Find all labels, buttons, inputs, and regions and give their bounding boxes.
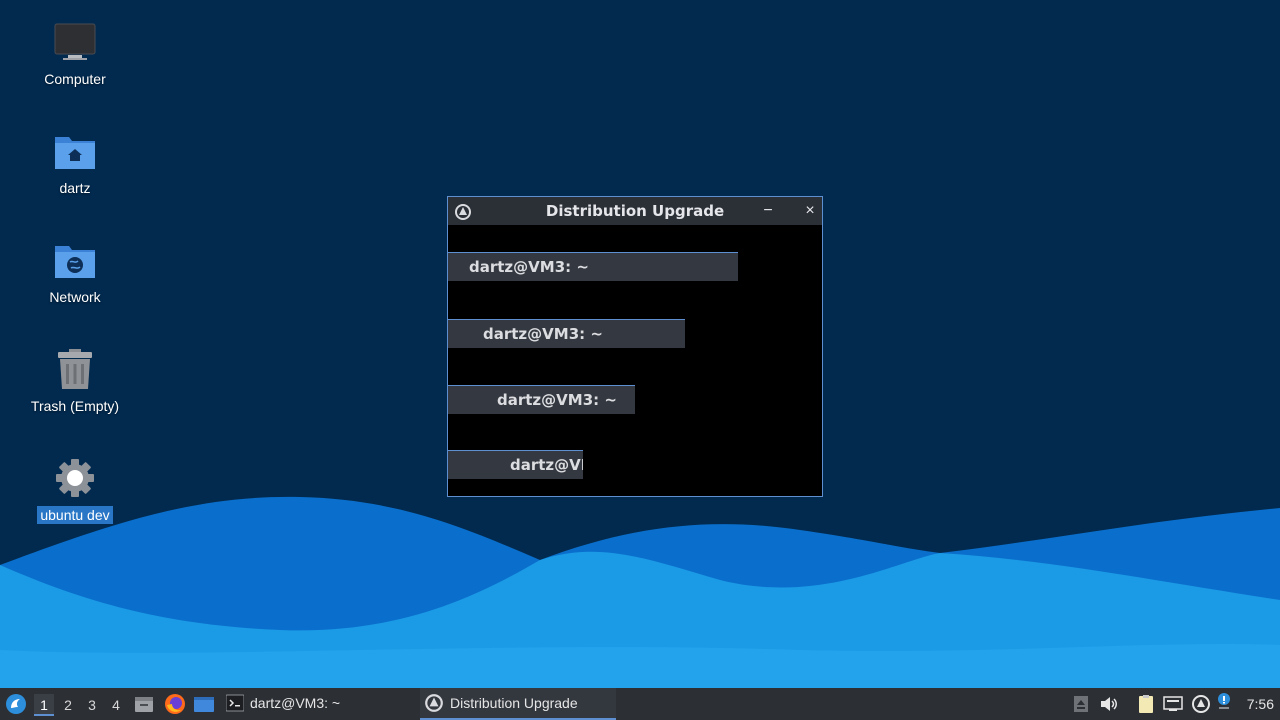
distribution-upgrade-window[interactable]: Distribution Upgrade − × dartz@VM3: ~ da… xyxy=(447,196,823,497)
upgrade-icon xyxy=(425,694,443,712)
desktop-icon-home[interactable]: dartz xyxy=(20,127,130,197)
desktop-icon-ubuntu-dev[interactable]: ubuntu dev xyxy=(20,454,130,524)
arrow-up-icon xyxy=(1074,696,1088,712)
workspace-2[interactable]: 2 xyxy=(58,694,78,716)
firefox-icon xyxy=(165,694,185,714)
window-titlebar[interactable]: Distribution Upgrade − × xyxy=(448,197,822,225)
speaker-icon xyxy=(1101,697,1117,711)
update-notifier-button[interactable] xyxy=(1191,694,1211,714)
taskbar-task-distribution-upgrade[interactable]: Distribution Upgrade xyxy=(420,688,616,720)
desktop-icon-label: Network xyxy=(49,289,101,305)
workspace-4[interactable]: 4 xyxy=(106,694,126,716)
monitor-icon xyxy=(51,18,99,66)
desktop-icon-label: ubuntu dev xyxy=(37,506,113,524)
network-folder-icon xyxy=(51,236,99,284)
ghost-window-bar: dartz@VI xyxy=(448,450,583,479)
ghost-window-title: dartz@VM3: ~ xyxy=(469,258,589,276)
minimize-button[interactable]: − xyxy=(758,201,778,221)
gear-icon xyxy=(51,454,99,502)
home-folder-icon xyxy=(51,127,99,175)
ghost-window-bar: dartz@VM3: ~ xyxy=(448,252,738,281)
tray-expand-button[interactable] xyxy=(1071,694,1091,714)
volume-button[interactable] xyxy=(1099,694,1119,714)
show-desktop-launcher[interactable] xyxy=(193,694,215,717)
file-manager-icon xyxy=(135,697,153,712)
ghost-window-bar: dartz@VM3: ~ xyxy=(448,385,635,414)
task-label: dartz@VM3: ~ xyxy=(250,695,341,711)
lubuntu-logo-icon xyxy=(6,694,26,714)
desktop-icon-label: dartz xyxy=(59,180,91,196)
ghost-window-title: dartz@VM3: ~ xyxy=(497,391,617,409)
close-button[interactable]: × xyxy=(800,201,820,221)
taskbar: 1 2 3 4 dartz@VM3: ~ Distribution Upgrad… xyxy=(0,688,1280,720)
firefox-launcher[interactable] xyxy=(164,693,186,718)
network-wired-icon xyxy=(1163,696,1183,711)
ghost-window-bar: dartz@VM3: ~ xyxy=(448,319,685,348)
ghost-window-title: dartz@VM3: ~ xyxy=(483,325,603,343)
clipboard-icon xyxy=(1139,695,1153,713)
ghost-window-title: dartz@VI xyxy=(510,456,583,474)
terminal-icon xyxy=(226,694,244,712)
desktop: Computer dartz Network Trash (Empty) ubu… xyxy=(0,0,1280,688)
network-button[interactable] xyxy=(1163,694,1183,714)
taskbar-task-terminal[interactable]: dartz@VM3: ~ xyxy=(222,688,344,718)
update-icon xyxy=(1192,695,1210,713)
desktop-icon-label: Computer xyxy=(44,71,106,87)
desktop-icon-computer[interactable]: Computer xyxy=(20,18,130,88)
desktop-icon xyxy=(194,697,214,712)
desktop-icon-label: Trash (Empty) xyxy=(30,398,120,414)
start-menu-button[interactable] xyxy=(5,693,27,718)
task-label: Distribution Upgrade xyxy=(450,695,578,711)
desktop-icon-network[interactable]: Network xyxy=(20,236,130,306)
desktop-icon-trash[interactable]: Trash (Empty) xyxy=(20,345,130,415)
clipboard-button[interactable] xyxy=(1136,694,1156,714)
workspace-3[interactable]: 3 xyxy=(82,694,102,716)
file-manager-launcher[interactable] xyxy=(134,694,154,717)
trash-icon xyxy=(51,345,99,393)
info-icon xyxy=(1218,693,1230,709)
clock[interactable]: 7:56 xyxy=(1247,688,1274,720)
info-notification-button[interactable] xyxy=(1214,692,1234,712)
workspace-1[interactable]: 1 xyxy=(34,694,54,716)
